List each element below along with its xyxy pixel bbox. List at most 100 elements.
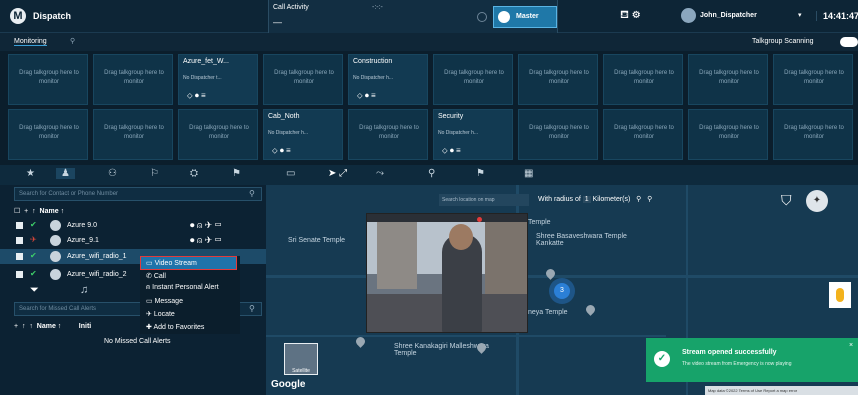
search-icon[interactable]: ⚲ xyxy=(249,189,255,198)
contact-actions-icon[interactable]: ⏺ ⍝ ✈ ▭ xyxy=(190,235,222,246)
chat-icon[interactable]: ▭ xyxy=(286,168,295,179)
layers-icon[interactable]: ▦ xyxy=(524,168,533,179)
drag-placeholder: Drag talkgroup here to monitor xyxy=(19,70,79,85)
empty-talkgroup-slot[interactable]: Drag talkgroup here to monitor xyxy=(603,109,683,160)
talkgroup-controls[interactable]: ⬦ ⏺ ≡ xyxy=(442,146,461,156)
bell-icon[interactable]: ♫ xyxy=(80,284,88,296)
empty-talkgroup-slot[interactable]: Drag talkgroup here to monitor xyxy=(688,54,768,105)
drag-placeholder: Drag talkgroup here to monitor xyxy=(104,70,164,85)
status-check-icon: ✔ xyxy=(30,269,37,278)
monitoring-tab[interactable]: Monitoring xyxy=(14,38,47,46)
empty-talkgroup-slot[interactable]: Drag talkgroup here to monitor xyxy=(773,109,853,160)
motorola-logo: M xyxy=(10,8,26,24)
map-settings-icon[interactable]: ✦ xyxy=(806,190,828,212)
empty-talkgroup-slot[interactable]: Drag talkgroup here to monitor xyxy=(93,54,173,105)
contact-actions-icon[interactable]: ⏺ ⍝ ✈ ▭ xyxy=(190,220,222,231)
pin-icon[interactable]: ⚲ xyxy=(70,37,75,45)
empty-talkgroup-slot[interactable]: Drag talkgroup here to monitor xyxy=(433,54,513,105)
alerts-icon[interactable]: ⛭ xyxy=(190,168,198,179)
drag-placeholder: Drag talkgroup here to monitor xyxy=(529,125,589,140)
name-column-header[interactable]: ☐ + ↑ Name ↑ xyxy=(14,207,64,215)
call-activity-panel: Call Activity -:-:- — Master xyxy=(268,0,558,33)
empty-talkgroup-slot[interactable]: Drag talkgroup here to monitor xyxy=(773,54,853,105)
missed-calls-empty-message: No Missed Call Alerts xyxy=(104,338,171,345)
broadcast-icon[interactable]: ⚑ xyxy=(232,168,241,179)
missed-call-icon[interactable]: ⏷ xyxy=(30,284,39,297)
drag-placeholder: Drag talkgroup here to monitor xyxy=(529,70,589,85)
status-emergency-icon: ✈ xyxy=(30,235,37,244)
contact-row[interactable]: ✔ Azure 9.0 ⏺ ⍝ ✈ ▭ xyxy=(0,218,266,233)
talkgroup-scanning-toggle[interactable] xyxy=(840,37,858,47)
map-pin-icon[interactable]: ⚲ xyxy=(428,168,435,179)
map-search-input[interactable]: Search location on map xyxy=(439,194,529,206)
row-checkbox[interactable] xyxy=(16,271,23,278)
menu-item-message[interactable]: ▭ Message xyxy=(146,297,183,305)
close-icon[interactable]: × xyxy=(849,342,853,349)
drag-placeholder: Drag talkgroup here to monitor xyxy=(274,70,334,85)
menu-item-instant-personal-alert[interactable]: ⍝ Instant Personal Alert xyxy=(146,284,219,292)
talkgroup-slot[interactable]: Azure_fet_W... No Dispatcher t... ⬦ ⏺ ≡ xyxy=(178,54,258,105)
user-avatar[interactable] xyxy=(681,8,696,23)
geofence-icon[interactable]: ⛉ xyxy=(781,192,792,209)
settings-icon[interactable]: ⛾ ⚙ xyxy=(620,9,640,23)
drag-placeholder: Drag talkgroup here to monitor xyxy=(784,125,844,140)
empty-talkgroup-slot[interactable]: Drag talkgroup here to monitor xyxy=(348,109,428,160)
empty-talkgroup-slot[interactable]: Drag talkgroup here to monitor xyxy=(263,54,343,105)
empty-talkgroup-slot[interactable]: Drag talkgroup here to monitor xyxy=(603,54,683,105)
contacts-tabs: ★ ♟ ⚇ ⚐ ⛭ ⚑ xyxy=(0,165,266,185)
empty-talkgroup-slot[interactable]: Drag talkgroup here to monitor xyxy=(8,109,88,160)
map-road xyxy=(266,275,858,278)
talkgroup-slot[interactable]: Security No Dispatcher h... ⬦ ⏺ ≡ xyxy=(433,109,513,160)
talkgroup-controls[interactable]: ⬦ ⏺ ≡ xyxy=(187,91,206,101)
radio-avatar xyxy=(50,235,61,246)
talkgroups-icon[interactable]: ⚐ xyxy=(150,168,159,179)
satellite-toggle[interactable]: Satellite xyxy=(284,343,318,375)
drag-placeholder: Drag talkgroup here to monitor xyxy=(614,125,674,140)
row-checkbox[interactable] xyxy=(16,253,23,260)
contacts-person-icon[interactable]: ♟ xyxy=(56,168,75,179)
groups-icon[interactable]: ⚇ xyxy=(108,168,117,179)
menu-item-locate[interactable]: ✈ Locate xyxy=(146,310,175,318)
menu-item-add-to-favorites[interactable]: ✚ Add to Favorites xyxy=(146,323,204,331)
menu-item-video-stream[interactable]: ▭ Video Stream xyxy=(146,259,197,267)
menu-item-call[interactable]: ✆ Call xyxy=(146,272,166,280)
row-checkbox[interactable] xyxy=(16,222,23,229)
row-checkbox[interactable] xyxy=(16,237,23,244)
empty-talkgroup-slot[interactable]: Drag talkgroup here to monitor xyxy=(518,54,598,105)
radius-filter[interactable]: With radius of 1 Kilometer(s) ⚲ ⚲ xyxy=(538,195,652,203)
master-button[interactable]: Master xyxy=(493,6,557,28)
map-cluster-marker[interactable]: 3 xyxy=(554,283,570,299)
map-pin-icon[interactable] xyxy=(354,335,367,348)
contact-row[interactable]: ✈ Azure_9.1 ⏺ ⍝ ✈ ▭ xyxy=(0,233,266,248)
location-arrow-icon[interactable]: ➤ ⤢ xyxy=(328,168,347,179)
empty-talkgroup-slot[interactable]: Drag talkgroup here to monitor xyxy=(8,54,88,105)
contact-name: Azure 9.0 xyxy=(67,222,97,229)
chevron-down-icon[interactable]: ▾ xyxy=(798,11,802,19)
map-attribution[interactable]: Map data ©2022 Terms of Use Report a map… xyxy=(705,386,858,395)
contact-name: Azure_wifi_radio_2 xyxy=(67,271,127,278)
search-icon[interactable]: ⚲ xyxy=(249,304,255,313)
street-view-pegman-icon[interactable] xyxy=(829,282,851,308)
map-label: neya Temple xyxy=(528,309,568,316)
map-label: Temple xyxy=(528,219,551,226)
alert-icon[interactable]: ⚑ xyxy=(476,168,485,179)
talkgroup-controls[interactable]: ⬦ ⏺ ≡ xyxy=(357,91,376,101)
empty-talkgroup-slot[interactable]: Drag talkgroup here to monitor xyxy=(93,109,173,160)
record-icon[interactable] xyxy=(477,217,482,222)
drag-placeholder: Drag talkgroup here to monitor xyxy=(104,125,164,140)
contact-search-input[interactable]: Search for Contact or Phone Number xyxy=(14,187,262,201)
talkgroup-slot[interactable]: Cab_Noth No Dispatcher h... ⬦ ⏺ ≡ xyxy=(263,109,343,160)
video-stream-window[interactable] xyxy=(366,213,528,333)
empty-talkgroup-slot[interactable]: Drag talkgroup here to monitor xyxy=(688,109,768,160)
talkgroup-slot[interactable]: Construction No Dispatcher h... ⬦ ⏺ ≡ xyxy=(348,54,428,105)
route-icon[interactable]: ⤳ xyxy=(376,168,384,179)
empty-talkgroup-slot[interactable]: Drag talkgroup here to monitor xyxy=(178,109,258,160)
talkgroup-scanning-label: Talkgroup Scanning xyxy=(752,38,814,45)
video-control-bar[interactable] xyxy=(367,214,527,222)
empty-talkgroup-slot[interactable]: Drag talkgroup here to monitor xyxy=(518,109,598,160)
map-pin-icon[interactable] xyxy=(584,303,597,316)
favorites-star-icon[interactable]: ★ xyxy=(26,168,35,179)
lock-icon[interactable] xyxy=(477,12,487,22)
talkgroup-controls[interactable]: ⬦ ⏺ ≡ xyxy=(272,146,291,156)
user-name[interactable]: John_Dispatcher xyxy=(700,12,757,19)
